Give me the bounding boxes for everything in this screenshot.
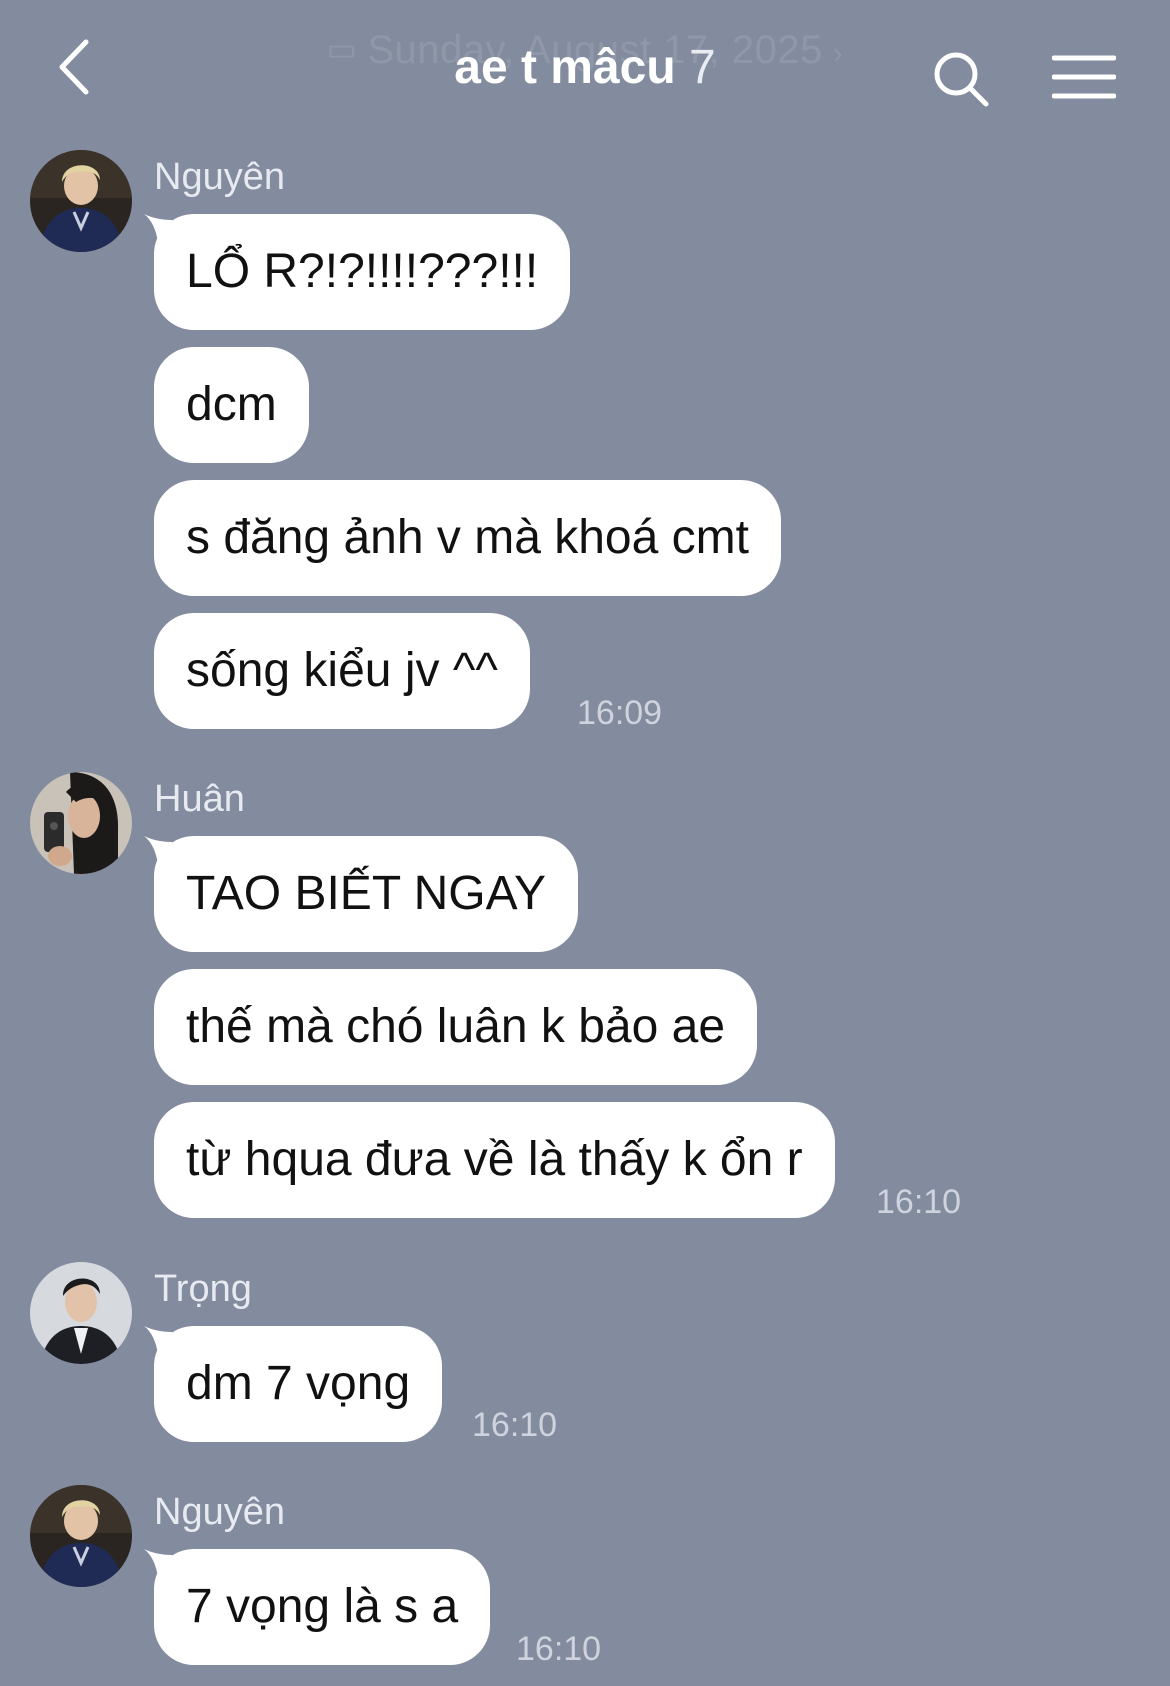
chat-name: ae t mâcu [454,41,676,94]
message-bubble[interactable]: 7 vọng là s a [154,1549,491,1665]
sender-name: Trọng [154,1268,252,1310]
message-time: 16:09 [577,694,663,732]
message-bubble[interactable]: LỔ R?!?!!!!???!!! [154,214,571,330]
message-bubble[interactable]: từ hqua đưa về là thấy k ổn r [154,1102,835,1218]
search-button[interactable] [932,50,990,108]
avatar-trong [30,1262,132,1364]
message-time: 16:10 [472,1406,558,1444]
avatar[interactable] [30,772,132,874]
message-bubble[interactable]: TAO BIẾT NGAY [154,836,579,952]
menu-button[interactable] [1051,54,1117,100]
hamburger-menu-icon [1051,55,1117,99]
avatar-nguyen [30,1485,132,1587]
avatar[interactable] [30,150,132,252]
message-bubble[interactable]: s đăng ảnh v mà khoá cmt [154,480,781,596]
search-icon [934,52,989,107]
avatar-huan [30,772,132,874]
sender-name: Nguyên [154,156,285,198]
message-time: 16:10 [516,1630,602,1668]
message-bubble[interactable]: dcm [154,347,309,463]
avatar[interactable] [30,1485,132,1587]
avatar-nguyen [30,150,132,252]
member-count: 7 [689,41,716,94]
message-bubble[interactable]: sống kiểu jv ^^ [154,613,530,729]
chevron-left-icon [59,39,89,95]
avatar[interactable] [30,1262,132,1364]
chat-header: ▭ Sunday, August 17, 2025 › ae t mâcu 7 [0,0,1170,140]
message-time: 16:10 [876,1183,962,1221]
chat-title[interactable]: ae t mâcu 7 [0,40,1170,95]
sender-name: Nguyên [154,1491,285,1533]
message-bubble[interactable]: thế mà chó luân k bảo ae [154,969,758,1085]
back-button[interactable] [52,36,98,98]
message-bubble[interactable]: dm 7 vọng [154,1326,443,1442]
sender-name: Huân [154,778,245,820]
